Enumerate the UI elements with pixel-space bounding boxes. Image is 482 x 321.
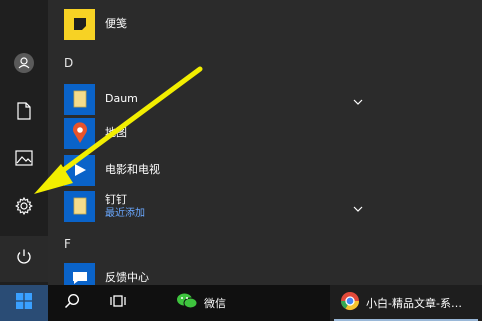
gear-icon <box>15 196 33 219</box>
maps-icon <box>64 117 95 149</box>
user-account-button[interactable] <box>0 42 48 88</box>
folder-icon <box>64 190 95 222</box>
search-icon <box>64 293 80 313</box>
start-menu-rail <box>0 0 48 285</box>
app-item-daum[interactable]: Daum <box>64 81 364 117</box>
pictures-icon <box>15 150 33 170</box>
taskbar-wechat-label: 微信 <box>204 297 226 310</box>
settings-button[interactable] <box>0 185 48 231</box>
power-button[interactable] <box>0 236 48 282</box>
app-item-dingtalk[interactable]: 钉钉 最近添加 <box>64 188 364 224</box>
taskbar-browser[interactable]: 小白-精品文章-系… <box>330 285 482 321</box>
task-view-button[interactable] <box>98 285 138 321</box>
app-list: 便笺 D Daum 地图 电影和电视 钉钉 最近添加 F 反馈中心 <box>48 0 482 294</box>
app-item-sticky-notes[interactable]: 便笺 <box>64 6 364 42</box>
power-icon <box>15 248 33 270</box>
app-label: 便笺 <box>105 17 127 30</box>
app-item-maps[interactable]: 地图 <box>64 115 364 151</box>
movies-tv-icon <box>64 154 95 186</box>
taskbar: 微信 小白-精品文章-系… <box>0 285 482 321</box>
windows-logo-icon <box>16 293 32 313</box>
sticky-notes-icon <box>64 8 95 40</box>
app-label: 地图 <box>105 126 127 139</box>
folder-icon <box>64 83 95 115</box>
search-button[interactable] <box>52 285 92 321</box>
recently-added-label: 最近添加 <box>105 207 145 219</box>
section-letter-d[interactable]: D <box>64 56 73 70</box>
chevron-down-icon[interactable] <box>352 200 364 212</box>
document-icon <box>16 102 32 124</box>
documents-button[interactable] <box>0 90 48 136</box>
taskbar-browser-label: 小白-精品文章-系… <box>366 297 462 310</box>
browser-icon <box>340 291 360 315</box>
app-label: 钉钉 <box>105 192 127 206</box>
app-label: Daum <box>105 92 138 105</box>
pictures-button[interactable] <box>0 137 48 183</box>
chevron-down-icon[interactable] <box>352 93 364 105</box>
app-item-movies-tv[interactable]: 电影和电视 <box>64 152 364 188</box>
taskbar-wechat[interactable]: 微信 <box>168 285 248 321</box>
task-view-icon <box>110 293 126 313</box>
section-letter-f[interactable]: F <box>64 237 71 251</box>
wechat-icon <box>176 292 198 314</box>
user-icon <box>13 52 35 78</box>
start-button[interactable] <box>0 285 48 321</box>
app-label: 电影和电视 <box>105 163 160 176</box>
app-label: 反馈中心 <box>105 271 149 284</box>
